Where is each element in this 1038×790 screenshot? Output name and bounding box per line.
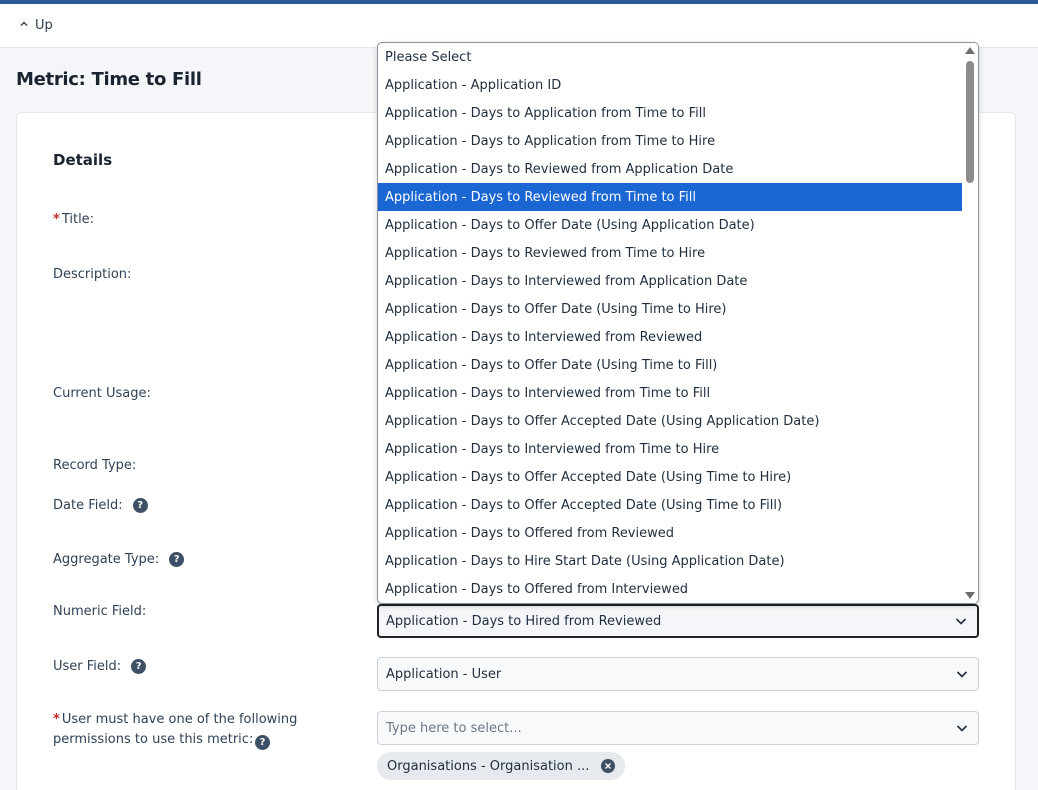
dropdown-option[interactable]: Application - Days to Interviewed from A… <box>378 267 964 295</box>
help-icon[interactable]: ? <box>131 659 147 674</box>
dropdown-option[interactable]: Application - Days to Reviewed from Appl… <box>378 155 964 183</box>
up-link-label: Up <box>35 18 53 33</box>
dropdown-scrollbar[interactable] <box>962 43 978 603</box>
current-usage-label: Current Usage: <box>53 386 151 401</box>
permission-chip: Organisations - Organisation ... <box>377 752 626 780</box>
aggregate-type-label-text: Aggregate Type: <box>53 552 160 567</box>
dropdown-option[interactable]: Application - Days to Offer Date (Using … <box>378 351 964 379</box>
date-field-label-text: Date Field: <box>53 498 123 513</box>
dropdown-option[interactable]: Application - Days to Offer Accepted Dat… <box>378 407 964 435</box>
permissions-label-line1: User must have one of the following <box>61 712 298 727</box>
section-title: Details <box>53 151 113 169</box>
help-icon[interactable]: ? <box>132 498 148 513</box>
permissions-label-line2: permissions to use this metric: <box>53 732 254 747</box>
date-field-label: Date Field: ? <box>53 498 148 513</box>
scroll-down-arrow-icon[interactable] <box>965 592 975 599</box>
dropdown-option[interactable]: Application - Days to Application from T… <box>378 127 964 155</box>
dropdown-option[interactable]: Application - Days to Interviewed from R… <box>378 323 964 351</box>
user-field-select[interactable]: Application - User <box>377 657 979 691</box>
scrollbar-thumb[interactable] <box>966 61 974 183</box>
dropdown-option[interactable]: Application - Days to Offered from Inter… <box>378 575 964 603</box>
close-icon[interactable] <box>601 759 616 773</box>
dropdown-option[interactable]: Application - Days to Reviewed from Time… <box>378 183 964 211</box>
permissions-label: * User must have one of the following per… <box>53 710 313 750</box>
aggregate-type-label: Aggregate Type: ? <box>53 552 185 567</box>
permission-chip-label: Organisations - Organisation ... <box>387 758 590 774</box>
dropdown-option[interactable]: Application - Days to Offer Date (Using … <box>378 211 964 239</box>
numeric-field-label: Numeric Field: <box>53 604 147 619</box>
title-label: * Title: <box>53 212 94 227</box>
dropdown-option[interactable]: Application - Days to Application from T… <box>378 99 964 127</box>
chevron-down-icon <box>953 613 969 629</box>
required-marker: * <box>53 212 60 227</box>
help-icon[interactable]: ? <box>169 552 185 567</box>
required-marker: * <box>53 712 60 727</box>
dropdown-option[interactable]: Application - Days to Interviewed from T… <box>378 379 964 407</box>
record-type-label: Record Type: <box>53 458 137 473</box>
numeric-field-select[interactable]: Application - Days to Hired from Reviewe… <box>377 604 979 638</box>
numeric-field-dropdown-list[interactable]: Please Select Application - Application … <box>377 42 979 604</box>
dropdown-option[interactable]: Application - Days to Hire Start Date (U… <box>378 547 964 575</box>
user-field-value: Application - User <box>386 666 502 682</box>
dropdown-option[interactable]: Please Select <box>378 43 964 71</box>
user-field-label: User Field: ? <box>53 659 147 674</box>
page-title: Metric: Time to Fill <box>16 69 202 90</box>
dropdown-option[interactable]: Application - Days to Offered from Revie… <box>378 519 964 547</box>
scroll-up-arrow-icon[interactable] <box>965 47 975 54</box>
help-icon[interactable]: ? <box>255 735 270 750</box>
chevron-down-icon <box>954 720 970 736</box>
dropdown-option[interactable]: Application - Days to Offer Date (Using … <box>378 295 964 323</box>
dropdown-option[interactable]: Application - Days to Reviewed from Time… <box>378 239 964 267</box>
chevron-up-icon <box>19 19 29 32</box>
user-field-label-text: User Field: <box>53 659 122 674</box>
chevron-down-icon <box>954 666 970 682</box>
dropdown-option[interactable]: Application - Days to Interviewed from T… <box>378 435 964 463</box>
numeric-field-value: Application - Days to Hired from Reviewe… <box>386 613 662 629</box>
dropdown-option[interactable]: Application - Application ID <box>378 71 964 99</box>
permissions-select[interactable]: Type here to select... <box>377 711 979 745</box>
description-label: Description: <box>53 267 132 282</box>
permissions-placeholder: Type here to select... <box>386 720 522 736</box>
title-label-text: Title: <box>61 212 95 227</box>
dropdown-option[interactable]: Application - Days to Offer Accepted Dat… <box>378 491 964 519</box>
dropdown-option[interactable]: Application - Days to Offer Accepted Dat… <box>378 463 964 491</box>
up-link[interactable]: Up <box>19 18 53 33</box>
